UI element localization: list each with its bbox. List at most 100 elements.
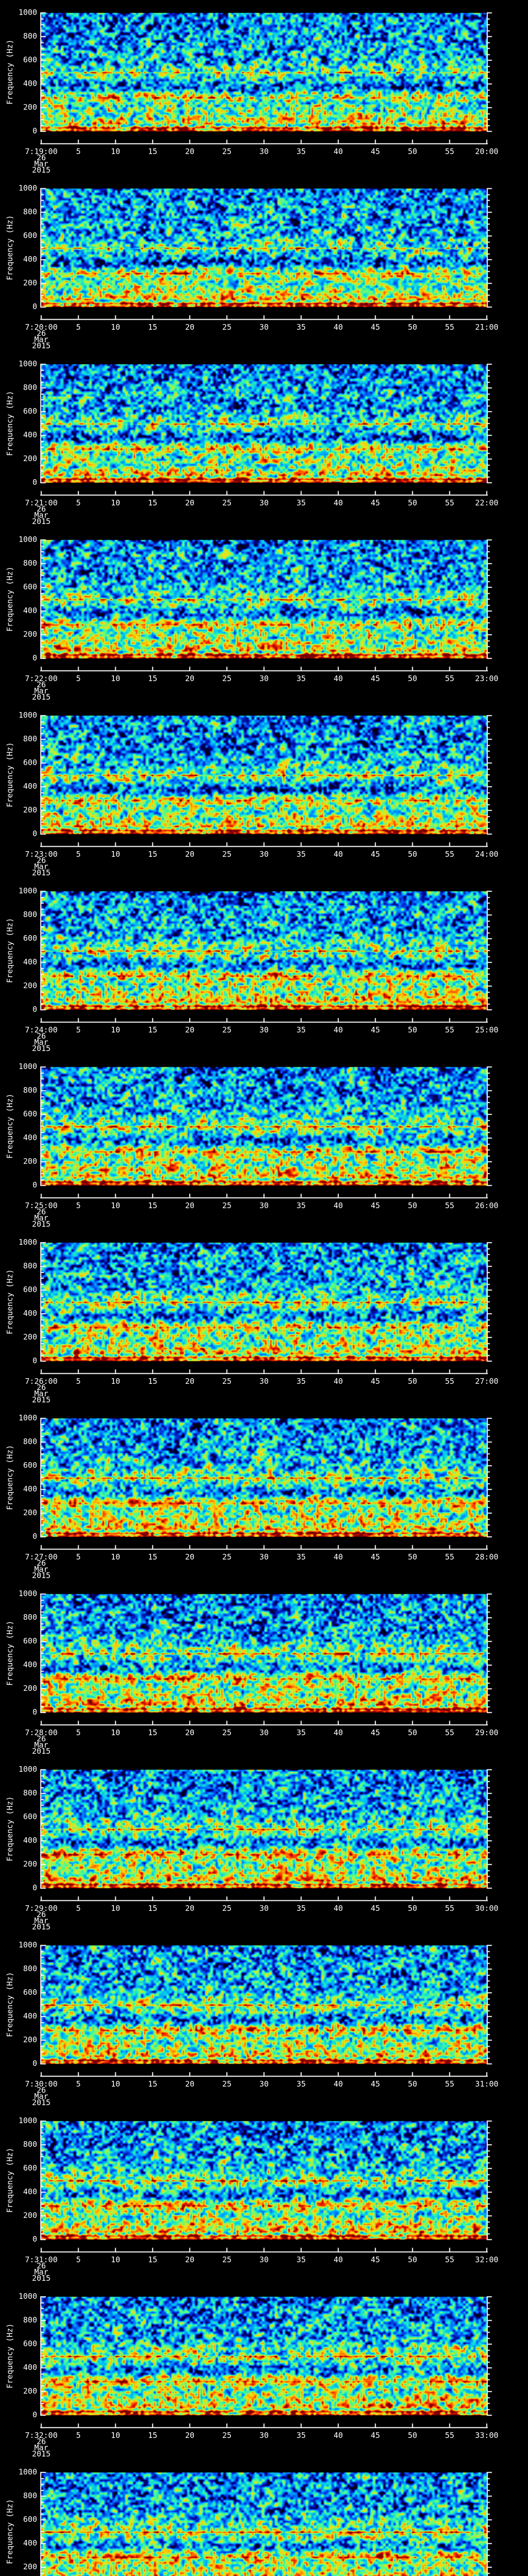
y-tick-label: 0 bbox=[0, 1884, 37, 1891]
panel-end-time-label: 26:00 bbox=[464, 1202, 510, 1209]
y-tick-label: 1000 bbox=[0, 1414, 37, 1421]
y-tick-label: 800 bbox=[0, 2492, 37, 2499]
y-tick-label: 800 bbox=[0, 1438, 37, 1445]
y-tick-label: 200 bbox=[0, 1158, 37, 1165]
date-line: 2015 bbox=[10, 694, 72, 700]
y-tick-label: 600 bbox=[0, 583, 37, 590]
y-tick-label: 200 bbox=[0, 1333, 37, 1341]
y-tick-label: 400 bbox=[0, 2012, 37, 2020]
y-tick-label: 600 bbox=[0, 1110, 37, 1117]
y-tick-label: 1000 bbox=[0, 1766, 37, 1773]
y-tick-label: 200 bbox=[0, 2036, 37, 2043]
y-tick-label: 200 bbox=[0, 631, 37, 638]
y-tick-label: 0 bbox=[0, 654, 37, 662]
y-tick-label: 400 bbox=[0, 2539, 37, 2547]
y-tick-label: 400 bbox=[0, 958, 37, 965]
date-label: 26Mar2015 bbox=[10, 1033, 72, 1052]
y-tick-label: 800 bbox=[0, 2141, 37, 2148]
y-tick-label: 1000 bbox=[0, 1239, 37, 1246]
y-tick-label: 200 bbox=[0, 2563, 37, 2570]
spectrogram-panel-3: Frequency (Hz)02004006008001000510152025… bbox=[0, 351, 528, 527]
y-axis-title: Frequency (Hz) bbox=[6, 1418, 13, 1537]
panel-end-time-label: 27:00 bbox=[464, 1378, 510, 1385]
panel-end-time-label: 29:00 bbox=[464, 1729, 510, 1736]
date-label: 26Mar2015 bbox=[10, 1209, 72, 1227]
y-tick-label: 0 bbox=[0, 1533, 37, 1540]
y-tick-label: 200 bbox=[0, 2212, 37, 2219]
y-tick-label: 1000 bbox=[0, 2293, 37, 2300]
y-tick-label: 1000 bbox=[0, 2117, 37, 2124]
spectrogram-panel-11: Frequency (Hz)02004006008001000510152025… bbox=[0, 1757, 528, 1933]
date-label: 26Mar2015 bbox=[10, 857, 72, 876]
date-line: 2015 bbox=[10, 870, 72, 876]
y-tick-label: 800 bbox=[0, 735, 37, 742]
y-tick-label: 1000 bbox=[0, 711, 37, 719]
panel-end-time-label: 33:00 bbox=[464, 2432, 510, 2439]
panel-end-time-label: 32:00 bbox=[464, 2256, 510, 2263]
y-tick-label: 400 bbox=[0, 1310, 37, 1317]
y-tick-label: 0 bbox=[0, 2411, 37, 2418]
date-line: 2015 bbox=[10, 1045, 72, 1052]
y-tick-label: 200 bbox=[0, 806, 37, 814]
date-label: 26Mar2015 bbox=[10, 682, 72, 700]
y-tick-label: 800 bbox=[0, 1965, 37, 1972]
y-tick-label: 0 bbox=[0, 1708, 37, 1716]
date-line: 2015 bbox=[10, 518, 72, 524]
date-line: 2015 bbox=[10, 343, 72, 349]
date-line: 2015 bbox=[10, 167, 72, 173]
spectrogram-panel-13: Frequency (Hz)02004006008001000510152025… bbox=[0, 2108, 528, 2284]
y-tick-label: 800 bbox=[0, 384, 37, 391]
date-line: 2015 bbox=[10, 1397, 72, 1403]
panel-end-time-label: 31:00 bbox=[464, 2080, 510, 2088]
y-axis-title: Frequency (Hz) bbox=[6, 1067, 13, 1185]
y-tick-label: 1000 bbox=[0, 9, 37, 16]
y-tick-label: 200 bbox=[0, 1860, 37, 1868]
y-tick-label: 400 bbox=[0, 431, 37, 438]
date-line: 2015 bbox=[10, 2451, 72, 2457]
date-label: 26Mar2015 bbox=[10, 330, 72, 349]
y-tick-label: 400 bbox=[0, 80, 37, 87]
panel-end-time-label: 30:00 bbox=[464, 1905, 510, 1912]
y-axis-title: Frequency (Hz) bbox=[6, 1945, 13, 2064]
y-tick-label: 600 bbox=[0, 408, 37, 415]
spectrogram-panel-6: Frequency (Hz)02004006008001000510152025… bbox=[0, 878, 528, 1054]
date-line: 2015 bbox=[10, 2099, 72, 2106]
spectrogram-panel-9: Frequency (Hz)02004006008001000510152025… bbox=[0, 1405, 528, 1581]
y-axis-title: Frequency (Hz) bbox=[6, 13, 13, 131]
date-label: 26Mar2015 bbox=[10, 1736, 72, 1754]
y-tick-label: 600 bbox=[0, 1989, 37, 1996]
y-tick-label: 400 bbox=[0, 256, 37, 263]
y-tick-label: 400 bbox=[0, 1661, 37, 1668]
y-tick-label: 400 bbox=[0, 1134, 37, 1141]
y-tick-label: 200 bbox=[0, 279, 37, 286]
y-tick-label: 1000 bbox=[0, 1063, 37, 1070]
spectrogram-panel-14: Frequency (Hz)02004006008001000510152025… bbox=[0, 2284, 528, 2460]
spectrogram-panel-7: Frequency (Hz)02004006008001000510152025… bbox=[0, 1054, 528, 1230]
panel-end-time-label: 21:00 bbox=[464, 324, 510, 331]
y-tick-label: 0 bbox=[0, 303, 37, 310]
date-label: 26Mar2015 bbox=[10, 2087, 72, 2106]
spectrogram-panel-5: Frequency (Hz)02004006008001000510152025… bbox=[0, 703, 528, 878]
y-tick-label: 200 bbox=[0, 2387, 37, 2395]
spectrogram-panel-12: Frequency (Hz)02004006008001000510152025… bbox=[0, 1933, 528, 2108]
y-axis-title: Frequency (Hz) bbox=[6, 2297, 13, 2415]
panel-end-time-label: 20:00 bbox=[464, 148, 510, 155]
y-tick-label: 200 bbox=[0, 982, 37, 989]
y-tick-label: 800 bbox=[0, 2316, 37, 2324]
spectrogram-panel-8: Frequency (Hz)02004006008001000510152025… bbox=[0, 1230, 528, 1405]
y-tick-label: 800 bbox=[0, 208, 37, 215]
y-axis-title: Frequency (Hz) bbox=[6, 2472, 13, 2576]
panel-end-time-label: 28:00 bbox=[464, 1553, 510, 1561]
y-tick-label: 0 bbox=[0, 2060, 37, 2067]
y-tick-label: 1000 bbox=[0, 360, 37, 367]
date-line: 2015 bbox=[10, 1572, 72, 1579]
y-tick-label: 800 bbox=[0, 911, 37, 918]
spectrogram-panel-1: Frequency (Hz)02004006008001000510152025… bbox=[0, 0, 528, 176]
panel-end-time-label: 23:00 bbox=[464, 675, 510, 682]
y-tick-label: 600 bbox=[0, 1462, 37, 1469]
panel-end-time-label: 22:00 bbox=[464, 499, 510, 506]
y-tick-label: 800 bbox=[0, 560, 37, 567]
y-tick-label: 600 bbox=[0, 232, 37, 239]
y-tick-label: 1000 bbox=[0, 536, 37, 543]
y-tick-label: 400 bbox=[0, 2188, 37, 2195]
